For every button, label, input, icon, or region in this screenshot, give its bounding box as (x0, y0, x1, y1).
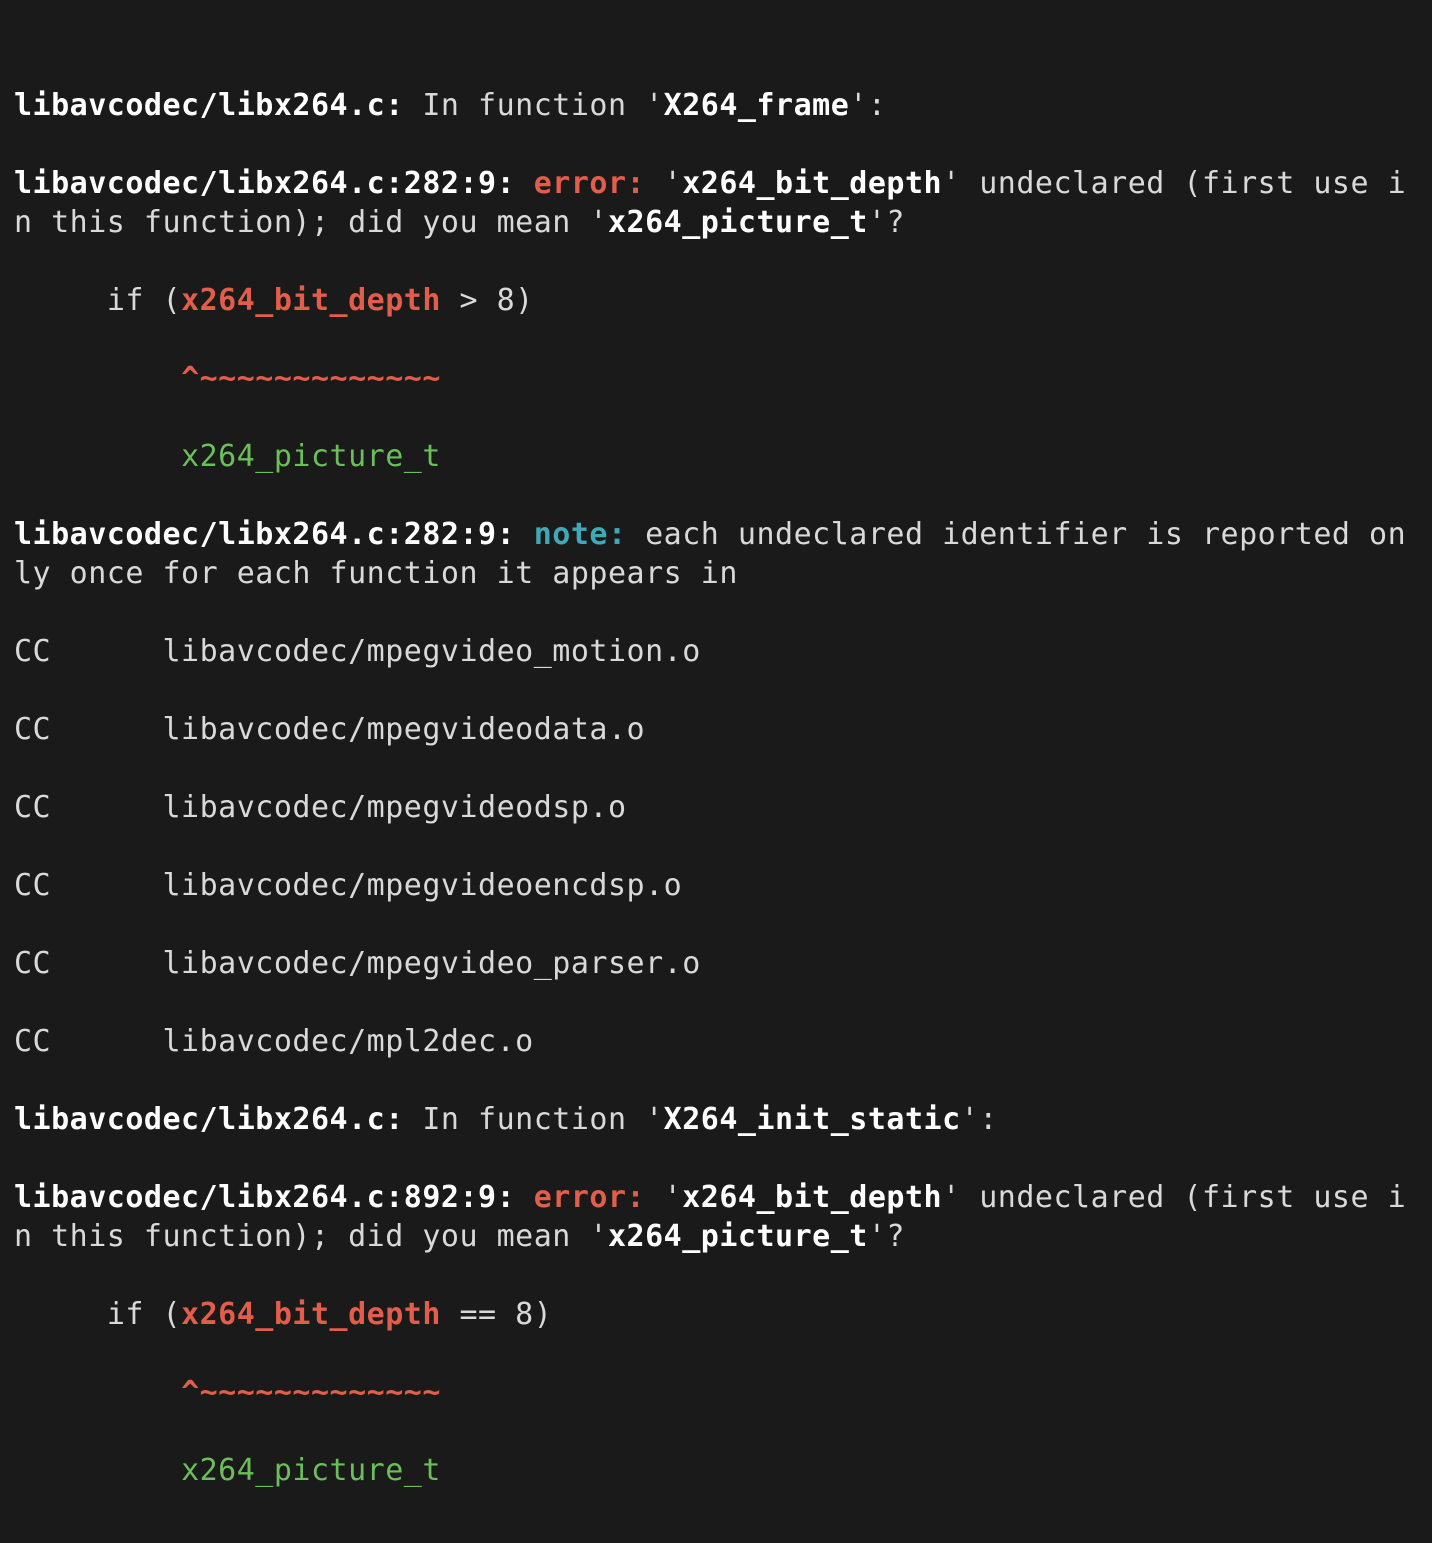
cc-object: libavcodec/mpegvideo_parser.o (163, 946, 701, 981)
cc-label: CC (14, 790, 51, 825)
undeclared-identifier: x264_bit_depth (682, 1180, 942, 1215)
src-text: == 8) (441, 1297, 552, 1332)
cc-line: CC libavcodec/mpegvideo_motion.o (14, 632, 1418, 671)
fixit-line: x264_picture_t (14, 1451, 1418, 1490)
cc-line: CC libavcodec/mpegvideodata.o (14, 710, 1418, 749)
source-snippet-line: if (x264_bit_depth > 8) (14, 281, 1418, 320)
caret-underline: ^~~~~~~~~~~~~~ (181, 361, 441, 396)
source-snippet-line: if (x264_bit_depth == 8) (14, 1295, 1418, 1334)
cc-object: libavcodec/mpegvideodsp.o (163, 790, 627, 825)
diag-error-line: libavcodec/libx264.c:892:9: error: 'x264… (14, 1178, 1418, 1256)
cc-sep (51, 712, 162, 747)
cc-sep (51, 790, 162, 825)
src-text: if ( (107, 1297, 181, 1332)
terminal-output: libavcodec/libx264.c: In function 'X264_… (0, 0, 1432, 1543)
diag-context-line: libavcodec/libx264.c: In function 'X264_… (14, 1100, 1418, 1139)
error-label: error: (534, 166, 664, 201)
indent (14, 439, 181, 474)
file-location: libavcodec/libx264.c:282:9: (14, 517, 534, 552)
cc-line: CC libavcodec/mpegvideo_parser.o (14, 944, 1418, 983)
msg-text: ' (664, 1180, 683, 1215)
src-text: if ( (107, 283, 181, 318)
cc-sep (51, 946, 162, 981)
cc-label: CC (14, 946, 51, 981)
caret-underline: ^~~~~~~~~~~~~~ (181, 1375, 441, 1410)
suggested-identifier: x264_picture_t (608, 1219, 868, 1254)
msg-text: ' (664, 166, 683, 201)
function-name: X264_frame (664, 88, 850, 123)
cc-line: CC libavcodec/mpegvideoencdsp.o (14, 866, 1418, 905)
in-function-text: In function ' (404, 1102, 664, 1137)
file-context: libavcodec/libx264.c: (14, 88, 404, 123)
msg-text: '? (868, 1219, 905, 1254)
diag-error-line: libavcodec/libx264.c:282:9: error: 'x264… (14, 164, 1418, 242)
indent (14, 283, 107, 318)
cc-line: CC libavcodec/mpl2dec.o (14, 1022, 1418, 1061)
cc-label: CC (14, 712, 51, 747)
suggested-identifier: x264_picture_t (608, 205, 868, 240)
error-label: error: (534, 1180, 664, 1215)
note-label: note: (534, 517, 627, 552)
indent (14, 1297, 107, 1332)
cc-sep (51, 1024, 162, 1059)
cc-object: libavcodec/mpl2dec.o (163, 1024, 534, 1059)
indent (14, 1453, 181, 1488)
highlighted-identifier: x264_bit_depth (181, 1297, 441, 1332)
cc-label: CC (14, 1024, 51, 1059)
cc-line: CC libavcodec/mpegvideodsp.o (14, 788, 1418, 827)
cc-sep (51, 868, 162, 903)
fixit-suggestion: x264_picture_t (181, 1453, 441, 1488)
cc-sep (51, 634, 162, 669)
in-function-suffix: ': (961, 1102, 998, 1137)
caret-line: ^~~~~~~~~~~~~~ (14, 1373, 1418, 1412)
undeclared-identifier: x264_bit_depth (682, 166, 942, 201)
src-text: > 8) (441, 283, 534, 318)
highlighted-identifier: x264_bit_depth (181, 283, 441, 318)
file-location: libavcodec/libx264.c:282:9: (14, 166, 534, 201)
cc-label: CC (14, 868, 51, 903)
msg-text: '? (868, 205, 905, 240)
in-function-text: In function ' (404, 88, 664, 123)
cc-object: libavcodec/mpegvideo_motion.o (163, 634, 701, 669)
function-name: X264_init_static (664, 1102, 961, 1137)
fixit-suggestion: x264_picture_t (181, 439, 441, 474)
indent (14, 361, 181, 396)
cc-object: libavcodec/mpegvideoencdsp.o (163, 868, 683, 903)
caret-line: ^~~~~~~~~~~~~~ (14, 359, 1418, 398)
diag-note-line: libavcodec/libx264.c:282:9: note: each u… (14, 515, 1418, 593)
diag-context-line: libavcodec/libx264.c: In function 'X264_… (14, 86, 1418, 125)
cc-object: libavcodec/mpegvideodata.o (163, 712, 646, 747)
file-location: libavcodec/libx264.c:892:9: (14, 1180, 534, 1215)
cc-label: CC (14, 634, 51, 669)
file-context: libavcodec/libx264.c: (14, 1102, 404, 1137)
fixit-line: x264_picture_t (14, 437, 1418, 476)
in-function-suffix: ': (849, 88, 886, 123)
indent (14, 1375, 181, 1410)
